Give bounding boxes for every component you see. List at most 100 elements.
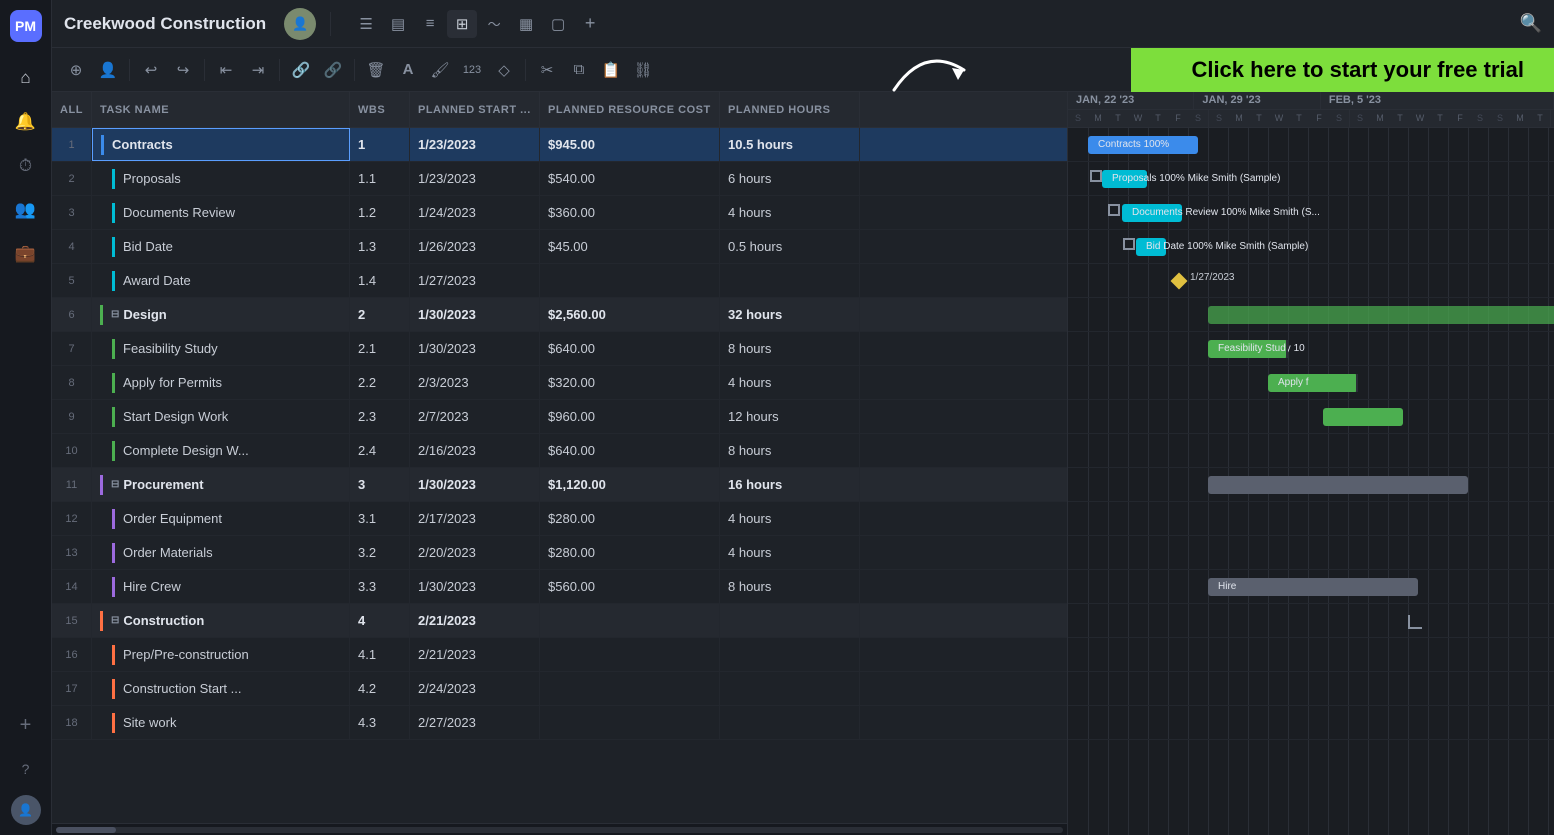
gantt-day: S	[1209, 110, 1229, 127]
table-row[interactable]: 15 ⊟ Construction 4 2/21/2023	[52, 604, 1067, 638]
task-name: Documents Review	[92, 196, 350, 229]
sidebar-item-home[interactable]: ⌂	[8, 60, 44, 96]
sidebar-item-recent[interactable]: ⏱	[8, 148, 44, 184]
th-start[interactable]: PLANNED START ...	[410, 92, 540, 127]
gantt-bar-design-start[interactable]	[1323, 408, 1403, 426]
cta-banner[interactable]: Click here to start your free trial	[1131, 48, 1554, 92]
table-row[interactable]: 6 ⊟ Design 2 1/30/2023 $2,560.00 32 hour…	[52, 298, 1067, 332]
app-logo[interactable]: PM	[10, 10, 42, 42]
view-tab-chart[interactable]: 〜	[479, 10, 509, 38]
paint-button[interactable]: 🖌	[426, 56, 454, 84]
gantt-bar-hire[interactable]: Hire	[1208, 578, 1418, 596]
table-row[interactable]: 12 Order Equipment 3.1 2/17/2023 $280.00…	[52, 502, 1067, 536]
row-num: 9	[52, 400, 92, 433]
project-avatar: 👤	[284, 8, 316, 40]
gantt-bar-contracts[interactable]: Contracts 100%	[1088, 136, 1198, 154]
table-row[interactable]: 9 Start Design Work 2.3 2/7/2023 $960.00…	[52, 400, 1067, 434]
chain-button[interactable]: ⛓	[629, 56, 657, 84]
th-hours[interactable]: PLANNED HOURS	[720, 92, 860, 127]
add-person-button[interactable]: 👤	[94, 56, 122, 84]
task-start: 2/24/2023	[410, 672, 540, 705]
toolbar-divider-4	[354, 59, 355, 81]
table-row[interactable]: 14 Hire Crew 3.3 1/30/2023 $560.00 8 hou…	[52, 570, 1067, 604]
gantt-row: Feasibility Study 10	[1068, 332, 1554, 366]
task-start: 2/17/2023	[410, 502, 540, 535]
gantt-bar-procurement[interactable]	[1208, 476, 1468, 494]
search-icon[interactable]: 🔍	[1520, 13, 1542, 34]
task-name: Contracts	[92, 128, 350, 161]
table-row[interactable]: 1 Contracts 1 1/23/2023 $945.00 10.5 hou…	[52, 128, 1067, 162]
indent-button[interactable]: ⇥	[244, 56, 272, 84]
th-task[interactable]: TASK NAME	[92, 92, 350, 127]
table-row[interactable]: 17 Construction Start ... 4.2 2/24/2023	[52, 672, 1067, 706]
outdent-button[interactable]: ⇤	[212, 56, 240, 84]
th-all[interactable]: ALL	[52, 92, 92, 127]
text-format-button[interactable]: A	[394, 56, 422, 84]
table-row[interactable]: 10 Complete Design W... 2.4 2/16/2023 $6…	[52, 434, 1067, 468]
gantt-bar-proposals[interactable]: Proposals 100% Mike Smith (Sample)	[1102, 170, 1147, 188]
view-tab-plus[interactable]: +	[575, 10, 605, 38]
sidebar-item-projects[interactable]: 💼	[8, 236, 44, 272]
copy-button[interactable]: ⧉	[565, 56, 593, 84]
view-tab-menu[interactable]: ≡	[415, 10, 445, 38]
table-row[interactable]: 13 Order Materials 3.2 2/20/2023 $280.00…	[52, 536, 1067, 570]
task-start: 1/30/2023	[410, 570, 540, 603]
table-row[interactable]: 8 Apply for Permits 2.2 2/3/2023 $320.00…	[52, 366, 1067, 400]
diamond-button[interactable]: ◇	[490, 56, 518, 84]
sidebar-item-people[interactable]: 👥	[8, 192, 44, 228]
gantt-months: JAN, 22 '23 JAN, 29 '23 FEB, 5 '23	[1068, 92, 1554, 110]
task-start: 1/23/2023	[410, 162, 540, 195]
view-tab-table[interactable]: ⊞	[447, 10, 477, 38]
th-cost[interactable]: PLANNED RESOURCE COST	[540, 92, 720, 127]
project-title: Creekwood Construction	[64, 14, 266, 34]
task-start: 1/30/2023	[410, 332, 540, 365]
scrollbar-thumb[interactable]	[56, 827, 116, 833]
gantt-day: S	[1068, 110, 1088, 127]
redo-button[interactable]: ↪	[169, 56, 197, 84]
delete-button[interactable]: 🗑	[362, 56, 390, 84]
gantt-bar-permits[interactable]: Apply f	[1268, 374, 1358, 392]
table-row[interactable]: 2 Proposals 1.1 1/23/2023 $540.00 6 hour…	[52, 162, 1067, 196]
view-tab-document[interactable]: ▢	[543, 10, 573, 38]
number-button[interactable]: 123	[458, 56, 486, 84]
gantt-bar-design[interactable]	[1208, 306, 1554, 324]
view-tab-gantt[interactable]: ▤	[383, 10, 413, 38]
row-num: 17	[52, 672, 92, 705]
unlink-button[interactable]: 🔗	[319, 56, 347, 84]
table-row[interactable]: 3 Documents Review 1.2 1/24/2023 $360.00…	[52, 196, 1067, 230]
task-cost	[540, 672, 720, 705]
table-row[interactable]: 7 Feasibility Study 2.1 1/30/2023 $640.0…	[52, 332, 1067, 366]
table-row[interactable]: 18 Site work 4.3 2/27/2023	[52, 706, 1067, 740]
gantt-bar-docs[interactable]: Documents Review 100% Mike Smith (S...	[1122, 204, 1182, 222]
task-name: Feasibility Study	[92, 332, 350, 365]
task-name: Bid Date	[92, 230, 350, 263]
task-wbs: 1.3	[350, 230, 410, 263]
gantt-bar-label: Hire	[1218, 581, 1236, 592]
task-wbs: 2	[350, 298, 410, 331]
view-tab-calendar[interactable]: ▦	[511, 10, 541, 38]
undo-button[interactable]: ↩	[137, 56, 165, 84]
link-button[interactable]: 🔗	[287, 56, 315, 84]
task-wbs: 3.3	[350, 570, 410, 603]
sidebar-help-button[interactable]: ?	[8, 751, 44, 787]
gantt-row: Apply f	[1068, 366, 1554, 400]
task-wbs: 2.2	[350, 366, 410, 399]
add-row-button[interactable]: ⊕	[62, 56, 90, 84]
table-row[interactable]: 11 ⊟ Procurement 3 1/30/2023 $1,120.00 1…	[52, 468, 1067, 502]
table-row[interactable]: 5 Award Date 1.4 1/27/2023	[52, 264, 1067, 298]
th-wbs[interactable]: WBS	[350, 92, 410, 127]
table-row[interactable]: 4 Bid Date 1.3 1/26/2023 $45.00 0.5 hour…	[52, 230, 1067, 264]
table-row[interactable]: 16 Prep/Pre-construction 4.1 2/21/2023	[52, 638, 1067, 672]
task-cost: $960.00	[540, 400, 720, 433]
gantt-bar-label: Proposals 100% Mike Smith (Sample)	[1112, 173, 1280, 184]
horizontal-scrollbar[interactable]	[52, 823, 1067, 835]
user-avatar-sidebar[interactable]: 👤	[11, 795, 41, 825]
sidebar-item-notifications[interactable]: 🔔	[8, 104, 44, 140]
cut-button[interactable]: ✂	[533, 56, 561, 84]
gantt-bar-bid[interactable]: Bid Date 100% Mike Smith (Sample)	[1136, 238, 1166, 256]
sidebar-add-button[interactable]: +	[8, 707, 44, 743]
view-tab-list[interactable]: ☰	[351, 10, 381, 38]
paste-button[interactable]: 📋	[597, 56, 625, 84]
task-start: 2/16/2023	[410, 434, 540, 467]
gantt-bar-feasibility[interactable]: Feasibility Study 10	[1208, 340, 1288, 358]
